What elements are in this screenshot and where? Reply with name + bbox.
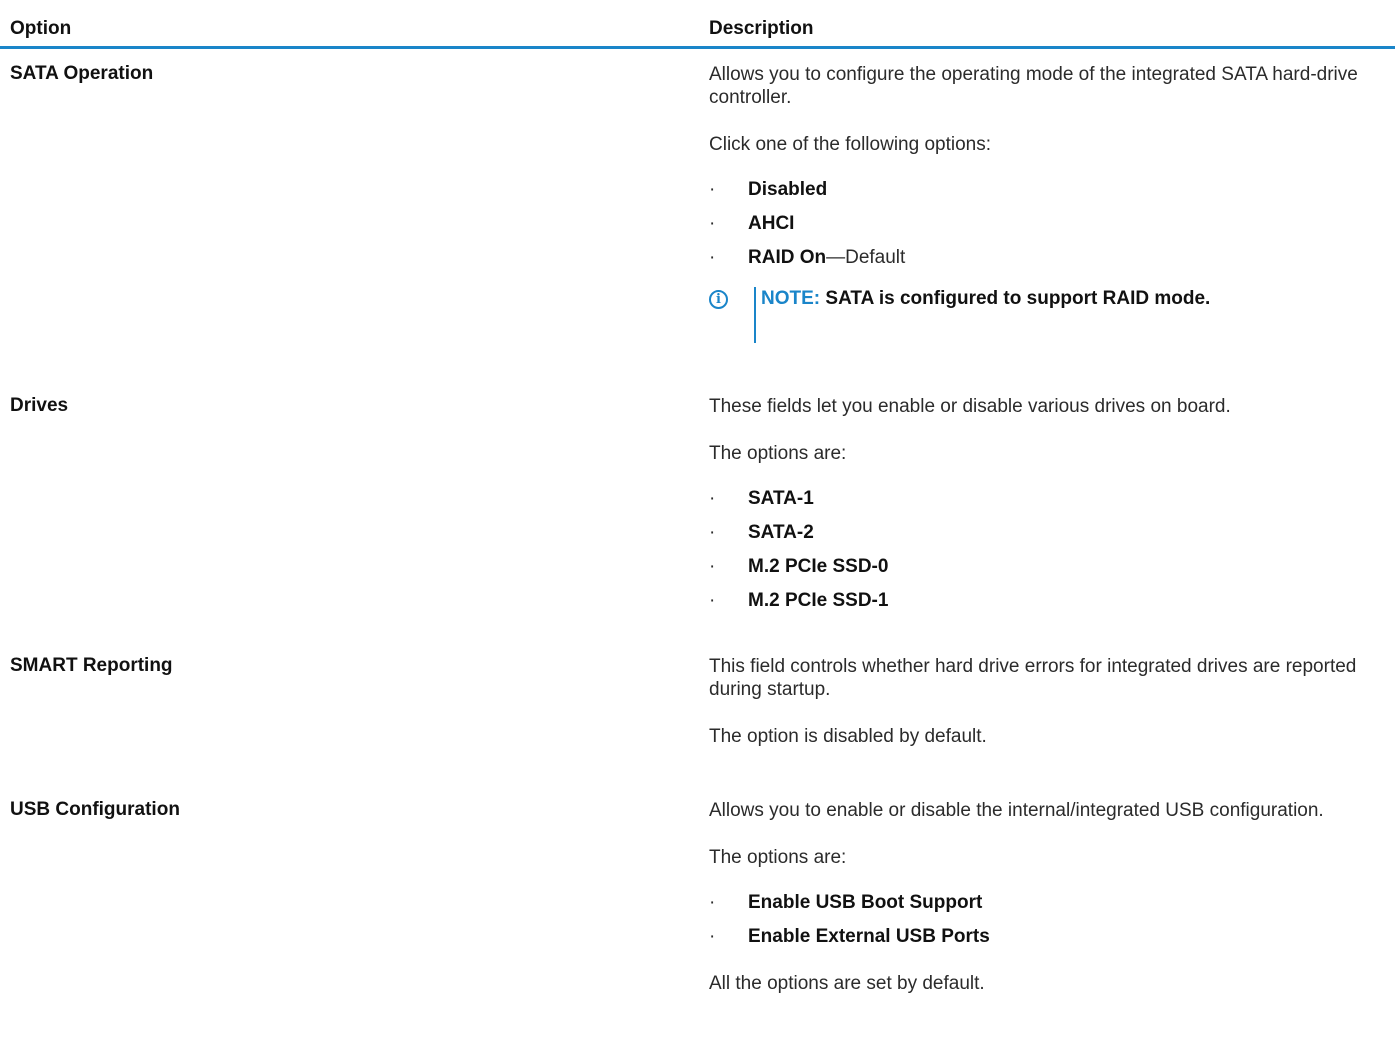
option-value: RAID On xyxy=(748,247,827,268)
note-text: NOTE: SATA is configured to support RAID… xyxy=(761,287,1231,310)
option-name: USB Configuration xyxy=(10,799,180,820)
note-callout: i NOTE: SATA is configured to support RA… xyxy=(709,287,1387,343)
table-row-smart-reporting: SMART Reporting This field controls whet… xyxy=(0,641,1395,785)
options-list: · Enable USB Boot Support · Enable Exter… xyxy=(709,892,1387,960)
options-list: · Disabled · AHCI · RAID On—Default xyxy=(709,179,1387,281)
list-item: · SATA-2 xyxy=(709,522,1387,556)
list-item: · M.2 PCIe SSD-1 xyxy=(709,590,1387,624)
bullet-icon: · xyxy=(709,488,716,509)
info-icon: i xyxy=(709,290,728,309)
table-row-usb-configuration: USB Configuration Allows you to enable o… xyxy=(0,785,1395,1035)
bullet-icon: · xyxy=(709,247,716,268)
description-paragraph: The option is disabled by default. xyxy=(709,726,987,747)
list-item: · AHCI xyxy=(709,213,1387,247)
option-value: Enable USB Boot Support xyxy=(748,892,983,913)
description-paragraph: All the options are set by default. xyxy=(709,973,985,994)
bullet-icon: · xyxy=(709,522,716,543)
option-description: Allows you to configure the operating mo… xyxy=(709,63,1387,343)
bullet-icon: · xyxy=(709,556,716,577)
option-value: SATA-1 xyxy=(748,488,814,509)
option-name: Drives xyxy=(10,395,69,416)
note-label: NOTE: xyxy=(761,288,821,309)
description-paragraph: Click one of the following options: xyxy=(709,134,991,155)
description-paragraph: This field controls whether hard drive e… xyxy=(709,656,1357,700)
option-value: AHCI xyxy=(748,213,795,234)
option-name: SATA Operation xyxy=(10,63,154,84)
header-description: Description xyxy=(709,18,814,39)
option-value: M.2 PCIe SSD-0 xyxy=(748,556,889,577)
bullet-icon: · xyxy=(709,892,716,913)
table-header: Option Description xyxy=(0,0,1395,49)
option-description: This field controls whether hard drive e… xyxy=(709,655,1387,748)
list-item: · M.2 PCIe SSD-0 xyxy=(709,556,1387,590)
option-value: Enable External USB Ports xyxy=(748,926,990,947)
description-paragraph: Allows you to configure the operating mo… xyxy=(709,64,1358,108)
bios-options-table: Option Description SATA Operation Allows… xyxy=(0,0,1395,1035)
option-name: SMART Reporting xyxy=(10,655,173,676)
list-item: · Enable External USB Ports xyxy=(709,926,1387,960)
bullet-icon: · xyxy=(709,590,716,611)
bullet-icon: · xyxy=(709,213,716,234)
list-item: · SATA-1 xyxy=(709,488,1387,522)
bullet-icon: · xyxy=(709,926,716,947)
options-list: · SATA-1 · SATA-2 · M.2 PCIe SSD-0 · M.2… xyxy=(709,488,1387,624)
description-paragraph: The options are: xyxy=(709,443,847,464)
table-row-sata-operation: SATA Operation Allows you to configure t… xyxy=(0,49,1395,381)
option-description: Allows you to enable or disable the inte… xyxy=(709,799,1387,995)
description-paragraph: Allows you to enable or disable the inte… xyxy=(709,800,1324,821)
option-value: M.2 PCIe SSD-1 xyxy=(748,590,889,611)
option-description: These fields let you enable or disable v… xyxy=(709,395,1387,624)
option-value: Disabled xyxy=(748,179,828,200)
list-item: · Disabled xyxy=(709,179,1387,213)
default-suffix: —Default xyxy=(826,247,906,268)
note-body: SATA is configured to support RAID mode. xyxy=(825,288,1211,309)
table-row-drives: Drives These fields let you enable or di… xyxy=(0,381,1395,641)
list-item: · Enable USB Boot Support xyxy=(709,892,1387,926)
note-divider xyxy=(754,287,756,343)
header-option: Option xyxy=(10,18,72,39)
bullet-icon: · xyxy=(709,179,716,200)
description-paragraph: The options are: xyxy=(709,847,847,868)
option-value: SATA-2 xyxy=(748,522,814,543)
list-item: · RAID On—Default xyxy=(709,247,1387,281)
description-paragraph: These fields let you enable or disable v… xyxy=(709,396,1231,417)
